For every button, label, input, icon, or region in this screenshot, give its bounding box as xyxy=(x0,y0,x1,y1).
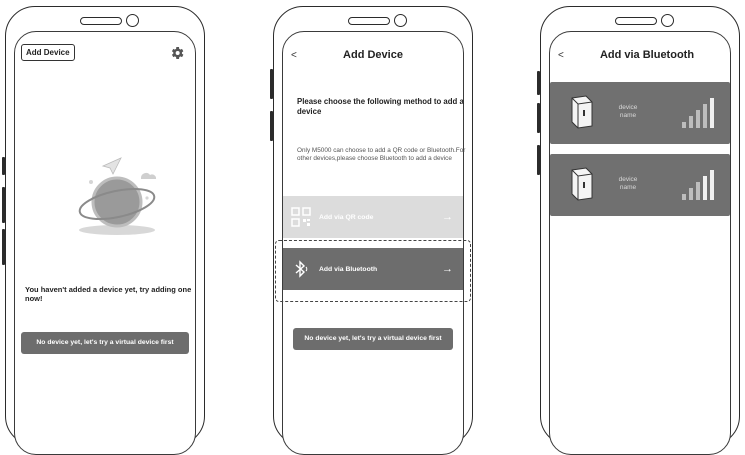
page-title: Add Device xyxy=(343,49,403,61)
signal-strength-icon xyxy=(682,98,714,128)
side-button xyxy=(2,187,5,223)
bluetooth-list-screen: < Add via Bluetooth device name device n… xyxy=(549,31,731,455)
choose-method-heading: Please choose the following method to ad… xyxy=(297,97,464,116)
add-via-bluetooth-row[interactable]: Add via Bluetooth → xyxy=(283,248,463,290)
camera-icon xyxy=(661,14,674,27)
virtual-device-button[interactable]: No device yet, let's try a virtual devic… xyxy=(21,332,189,354)
bluetooth-label: Add via Bluetooth xyxy=(319,265,378,273)
empty-planet-illustration xyxy=(78,157,157,235)
speaker-notch xyxy=(615,17,657,25)
camera-icon xyxy=(394,14,407,27)
side-button xyxy=(537,145,540,175)
method-note: Only M5000 can choose to add a QR code o… xyxy=(297,147,466,162)
qr-code-icon xyxy=(291,207,311,227)
side-button xyxy=(2,229,5,265)
empty-message: You haven't added a device yet, try addi… xyxy=(25,285,192,303)
side-button xyxy=(2,157,5,175)
qr-label: Add via QR code xyxy=(319,213,374,221)
add-device-screen: < Add Device Please choose the following… xyxy=(275,31,471,455)
camera-icon xyxy=(126,14,139,27)
phone-add-bluetooth: < Add via Bluetooth device name device n… xyxy=(537,6,740,455)
printer-device-icon xyxy=(571,167,593,201)
side-button xyxy=(537,103,540,133)
add-via-qr-row[interactable]: Add via QR code → xyxy=(283,196,463,238)
speaker-notch xyxy=(348,17,390,25)
speaker-notch xyxy=(80,17,122,25)
page-title: Add via Bluetooth xyxy=(599,49,695,61)
gear-icon[interactable] xyxy=(169,45,185,61)
phone-home: Add Device You haven't added a device ye… xyxy=(2,6,205,455)
device-name: device name xyxy=(618,176,638,191)
back-button[interactable]: < xyxy=(558,50,564,61)
device-card[interactable]: device name xyxy=(550,82,730,144)
device-card[interactable]: device name xyxy=(550,154,730,216)
home-screen: Add Device You haven't added a device ye… xyxy=(14,31,196,455)
bluetooth-icon xyxy=(295,260,308,278)
arrow-right-icon: → xyxy=(442,211,453,223)
side-button xyxy=(270,111,273,141)
printer-device-icon xyxy=(571,95,593,129)
signal-strength-icon xyxy=(682,170,714,200)
side-button xyxy=(270,69,273,99)
phone-add-device: < Add Device Please choose the following… xyxy=(270,6,473,455)
device-name: device name xyxy=(618,104,638,119)
virtual-device-button[interactable]: No device yet, let's try a virtual devic… xyxy=(293,328,453,350)
arrow-right-icon: → xyxy=(442,263,453,275)
side-button xyxy=(537,71,540,95)
add-device-button[interactable]: Add Device xyxy=(21,44,75,61)
